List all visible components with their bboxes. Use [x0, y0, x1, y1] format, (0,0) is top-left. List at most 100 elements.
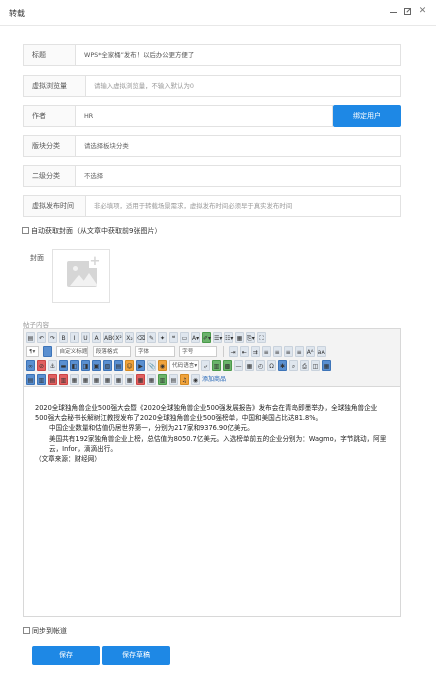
- delete-row-icon[interactable]: ▤: [48, 374, 57, 385]
- template-icon[interactable]: ▥: [212, 360, 221, 371]
- page-break-icon[interactable]: ⤶: [201, 360, 210, 371]
- views-input[interactable]: 请输入虚拟浏览量，不输入默认为0: [94, 76, 194, 96]
- split-rows-icon[interactable]: ▦: [114, 374, 123, 385]
- subscript-button[interactable]: X₂: [125, 332, 134, 343]
- unlink-icon[interactable]: ⊘: [37, 360, 46, 371]
- editor-content[interactable]: 2020全球独角兽企业500强大会暨《2020全球独角兽企业500强发展报告》发…: [35, 403, 387, 464]
- align-right-icon[interactable]: ≡: [283, 346, 293, 357]
- subcategory-select[interactable]: 不选择: [84, 166, 103, 186]
- fullscreen-icon[interactable]: ⛶: [257, 332, 266, 343]
- link-icon[interactable]: ∞: [26, 360, 35, 371]
- merge-down-icon[interactable]: ▦: [92, 374, 101, 385]
- insert-table-icon[interactable]: ▦: [322, 360, 331, 371]
- paragraph-combo[interactable]: ¶▾: [26, 346, 39, 357]
- anchor-icon[interactable]: ⚓: [48, 360, 57, 371]
- table-attr-icon[interactable]: ▦: [147, 374, 156, 385]
- source-icon[interactable]: ▤: [26, 332, 35, 343]
- close-icon[interactable]: ✕: [417, 6, 428, 17]
- background-icon[interactable]: ▩: [223, 360, 232, 371]
- image-float-none-icon[interactable]: ▬: [59, 360, 68, 371]
- paragraph-format-combo[interactable]: 段落格式: [92, 346, 131, 357]
- background-color-button[interactable]: ✐▾: [202, 332, 211, 343]
- code-icon[interactable]: ▭: [180, 332, 189, 343]
- font-color-button[interactable]: A▾: [191, 332, 200, 343]
- auto-cover-checkbox[interactable]: [22, 227, 29, 234]
- publish-time-input[interactable]: 非必填项，适用于转载场景需求，虚拟发布时间必须早于真实发布时间: [94, 196, 292, 216]
- music-icon[interactable]: ♫: [180, 374, 189, 385]
- cover-upload[interactable]: +: [52, 249, 110, 303]
- preview-icon[interactable]: ◫: [311, 360, 320, 371]
- select-all-icon[interactable]: ▦: [235, 332, 244, 343]
- auto-cover-option[interactable]: 自动获取封面（从文章中获取前9张图片）: [22, 226, 161, 236]
- superscript-button[interactable]: X²: [114, 332, 123, 343]
- tolowercase-icon[interactable]: aᴀ: [316, 346, 326, 357]
- image-center-icon[interactable]: ▣: [92, 360, 101, 371]
- bold-button[interactable]: B: [59, 332, 68, 343]
- custom-title-combo[interactable]: 自定义标题: [56, 346, 89, 357]
- save-draft-button[interactable]: 保存草稿: [102, 646, 170, 665]
- rtl-icon[interactable]: ⇤: [239, 346, 249, 357]
- merge-cells-icon[interactable]: ▦: [70, 374, 79, 385]
- date-icon[interactable]: ▦: [245, 360, 254, 371]
- video-icon[interactable]: ▶: [136, 360, 145, 371]
- font-border-button[interactable]: A: [92, 332, 101, 343]
- maximize-icon[interactable]: [402, 6, 413, 17]
- indent-icon[interactable]: ⇉: [250, 346, 260, 357]
- save-button[interactable]: 保存: [32, 646, 100, 665]
- horizontal-rule-icon[interactable]: —: [234, 360, 243, 371]
- time-icon[interactable]: ◴: [256, 360, 265, 371]
- blockquote-icon[interactable]: ❝: [169, 332, 178, 343]
- rich-text-editor[interactable]: ▤ ↶ ↷ B I U A ABCX² X₂ ⌫ ✎ ✦ ❝ ▭ A▾ ✐▾ ☰▾ ☷▾ ▦ ⎘▾ ⛶ ¶▾ 自定义标题…: [23, 328, 401, 617]
- add-product-button[interactable]: 添加商品: [202, 374, 226, 385]
- font-family-combo[interactable]: 字体: [134, 346, 175, 357]
- print-icon[interactable]: ⎙: [300, 360, 309, 371]
- unordered-list-button[interactable]: ☷▾: [224, 332, 233, 343]
- special-char-icon[interactable]: Ω: [267, 360, 276, 371]
- ltr-icon[interactable]: ⇥: [228, 346, 238, 357]
- insert-image-icon[interactable]: ▧: [103, 360, 112, 371]
- chart-icon[interactable]: ▥: [158, 374, 167, 385]
- format-brush-icon[interactable]: ✎: [147, 332, 156, 343]
- title-input[interactable]: WPS*全家桶”发布！以后办公更方便了: [84, 45, 194, 65]
- align-center-icon[interactable]: ≡: [272, 346, 282, 357]
- sync-checkbox[interactable]: [23, 627, 30, 634]
- image-float-right-icon[interactable]: ◨: [81, 360, 90, 371]
- font-size-combo[interactable]: 字号: [179, 346, 218, 357]
- split-cells-icon[interactable]: ▦: [103, 374, 112, 385]
- insert-row-icon[interactable]: ▤: [26, 374, 35, 385]
- eraser-icon[interactable]: ⌫: [136, 332, 145, 343]
- strikethrough-button[interactable]: ABC: [103, 332, 116, 343]
- touppercase-icon[interactable]: Aᴬ: [305, 346, 315, 357]
- section-select[interactable]: 请选择板块分类: [84, 136, 129, 156]
- justify-icon[interactable]: ≡: [294, 346, 304, 357]
- auto-format-icon[interactable]: ✦: [158, 332, 167, 343]
- ordered-list-button[interactable]: ☰▾: [213, 332, 222, 343]
- sync-option[interactable]: 同步到帐道: [23, 626, 67, 636]
- emotion-icon[interactable]: ☺: [125, 360, 134, 371]
- undo-icon[interactable]: ↶: [37, 332, 46, 343]
- auto-cover-label: 自动获取封面（从文章中获取前9张图片）: [31, 227, 162, 235]
- underline-button[interactable]: U: [81, 332, 90, 343]
- insert-title-icon[interactable]: [43, 346, 53, 357]
- draft-icon[interactable]: ▤: [169, 374, 178, 385]
- delete-table-icon[interactable]: ▦: [136, 374, 145, 385]
- attachment-icon[interactable]: 📎: [147, 360, 156, 371]
- image-float-left-icon[interactable]: ◧: [70, 360, 79, 371]
- insert-col-icon[interactable]: ▥: [37, 374, 46, 385]
- redo-icon[interactable]: ↷: [48, 332, 57, 343]
- split-cols-icon[interactable]: ▦: [125, 374, 134, 385]
- word-image-icon[interactable]: ✱: [278, 360, 287, 371]
- map-icon[interactable]: ◉: [158, 360, 167, 371]
- delete-col-icon[interactable]: ▥: [59, 374, 68, 385]
- clear-doc-icon[interactable]: ⎘▾: [246, 332, 255, 343]
- author-input[interactable]: HR: [84, 106, 93, 126]
- search-replace-icon[interactable]: ⌕: [289, 360, 298, 371]
- minimize-icon[interactable]: [388, 6, 399, 17]
- bind-user-button[interactable]: 绑定用户: [333, 105, 401, 127]
- multi-image-icon[interactable]: ▤: [114, 360, 123, 371]
- italic-button[interactable]: I: [70, 332, 79, 343]
- code-insert-button[interactable]: 代码语言▾: [169, 360, 199, 371]
- merge-right-icon[interactable]: ▦: [81, 374, 90, 385]
- align-left-icon[interactable]: ≡: [261, 346, 271, 357]
- add-product-icon[interactable]: ◉: [191, 374, 200, 385]
